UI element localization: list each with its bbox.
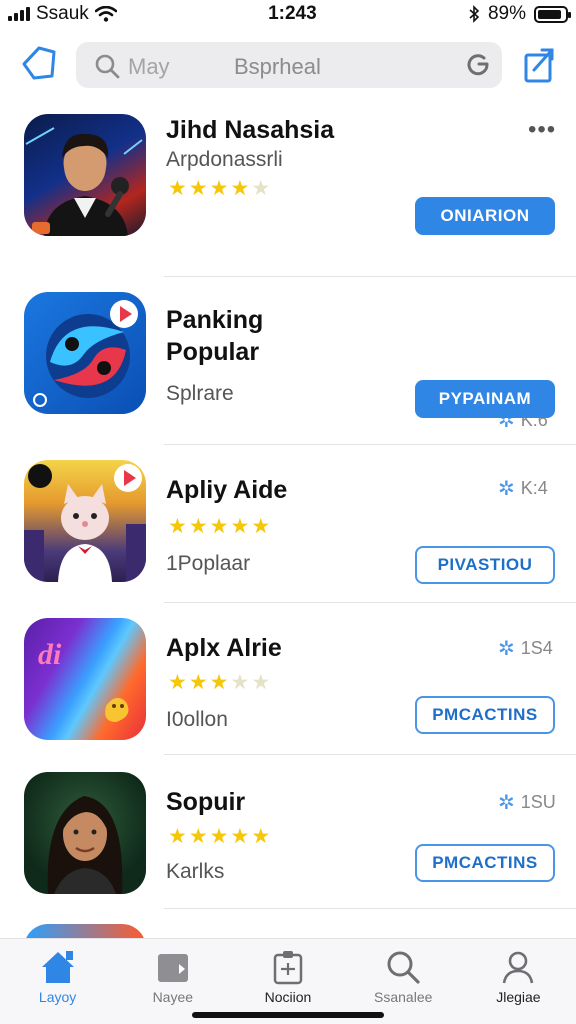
gradient-logo-icon[interactable]: di xyxy=(24,618,146,740)
home-icon xyxy=(41,951,74,983)
app-subtitle: Karlks xyxy=(166,860,225,883)
more-icon[interactable]: ••• xyxy=(528,116,556,144)
star-icon: ★ xyxy=(209,515,229,538)
signal-icon xyxy=(8,7,30,21)
tab-layoy[interactable]: Layoy xyxy=(0,939,115,1024)
star-icon: ★ xyxy=(251,515,271,538)
clipboard-icon xyxy=(273,951,303,985)
search-icon xyxy=(387,951,420,984)
star-icon: ★ xyxy=(188,825,208,848)
profile-icon xyxy=(503,951,534,984)
star-icon: ★ xyxy=(188,671,208,694)
star-icon: ★ xyxy=(209,177,229,200)
tab-label: Jlegiae xyxy=(496,989,541,1005)
divider xyxy=(164,276,576,277)
count-label: 1SU xyxy=(520,792,556,812)
search-input[interactable]: Bsprheal xyxy=(234,54,321,80)
search-header: May Bsprheal xyxy=(0,38,576,94)
app-action-button[interactable]: PYPAINAM xyxy=(415,380,555,418)
bluetooth-icon xyxy=(469,5,480,23)
tab-label: Layoy xyxy=(38,989,77,1005)
star-rating: ★ ★ ★ ★ ★ xyxy=(168,178,270,199)
download-count: ✲ 1SU xyxy=(498,790,556,815)
app-subtitle: 1Poplaar xyxy=(166,552,251,575)
app-name: Sopuir xyxy=(166,788,246,816)
refresh-icon[interactable] xyxy=(464,51,492,79)
divider xyxy=(164,908,576,909)
divider xyxy=(164,754,576,755)
star-icon: ★ xyxy=(251,671,271,694)
star-rating: ★ ★ ★ ★ ★ xyxy=(168,826,270,847)
download-count: ✲ K:4 xyxy=(498,476,548,501)
tab-label: Nayee xyxy=(152,989,194,1005)
app-name: Apliy Aide xyxy=(166,476,288,504)
app-name: Aplx Alrie xyxy=(166,634,282,662)
status-left: Ssauk xyxy=(8,3,117,25)
battery-percent: 89% xyxy=(487,3,526,24)
star-icon: ★ xyxy=(168,515,187,538)
star-icon: ★ xyxy=(188,177,208,200)
share-icon[interactable] xyxy=(522,46,556,84)
home-indicator xyxy=(192,1012,384,1018)
app-name: Panking xyxy=(166,306,264,334)
puzzle-icon: ✲ xyxy=(498,478,515,500)
star-rating: ★ ★ ★ ★ ★ xyxy=(168,516,270,537)
tab-label: Ssanalee xyxy=(374,989,433,1005)
search-icon xyxy=(95,54,120,79)
tab-jlegiae[interactable]: Jlegiae xyxy=(461,939,576,1024)
app-action-button[interactable]: PMCACTINS xyxy=(415,844,555,882)
star-icon: ★ xyxy=(168,825,187,848)
star-rating: ★ ★ ★ ★ ★ xyxy=(168,672,270,693)
folder-icon xyxy=(157,954,188,982)
tab-label: Nociion xyxy=(264,989,312,1005)
battery-icon xyxy=(533,5,571,23)
star-icon: ★ xyxy=(251,177,271,200)
divider xyxy=(164,444,576,445)
app-subtitle: Arpdonassrli xyxy=(166,148,283,171)
swirl-icon[interactable] xyxy=(24,292,146,414)
star-icon: ★ xyxy=(168,671,187,694)
app-name-line2: Popular xyxy=(166,338,260,366)
star-icon: ★ xyxy=(188,515,208,538)
wifi-icon xyxy=(94,6,117,22)
status-time: 1:243 xyxy=(268,3,317,24)
star-icon: ★ xyxy=(230,671,250,694)
app-action-button[interactable]: ONIARION xyxy=(415,197,555,235)
star-icon: ★ xyxy=(230,825,250,848)
app-subtitle: Splrare xyxy=(166,382,234,405)
star-icon: ★ xyxy=(209,825,229,848)
back-icon[interactable] xyxy=(20,42,60,86)
status-bar: Ssauk 1:243 89% xyxy=(0,0,576,28)
search-bar[interactable]: May Bsprheal xyxy=(76,42,502,88)
star-icon: ★ xyxy=(230,515,250,538)
divider xyxy=(164,602,576,603)
search-placeholder: May xyxy=(128,54,170,79)
cat-character-icon[interactable] xyxy=(24,460,146,582)
star-icon: ★ xyxy=(251,825,271,848)
portrait-icon[interactable] xyxy=(24,772,146,894)
star-icon: ★ xyxy=(209,671,229,694)
download-count: ✲ 1S4 xyxy=(498,636,553,661)
person-mic-icon[interactable] xyxy=(24,114,146,236)
app-subtitle: I0ollon xyxy=(166,708,228,731)
status-right: 89% xyxy=(468,3,571,25)
count-label: K:4 xyxy=(520,478,548,498)
star-icon: ★ xyxy=(168,177,187,200)
count-label: 1S4 xyxy=(520,638,553,658)
svg-text:di: di xyxy=(38,638,62,671)
puzzle-icon: ✲ xyxy=(498,638,515,660)
app-name: Jihd Nasahsia xyxy=(166,116,335,144)
app-action-button[interactable]: PMCACTINS xyxy=(415,696,555,734)
carrier-label: Ssauk xyxy=(36,3,89,24)
star-icon: ★ xyxy=(230,177,250,200)
app-action-button[interactable]: PIVASTIOU xyxy=(415,546,555,584)
puzzle-icon: ✲ xyxy=(498,792,515,814)
